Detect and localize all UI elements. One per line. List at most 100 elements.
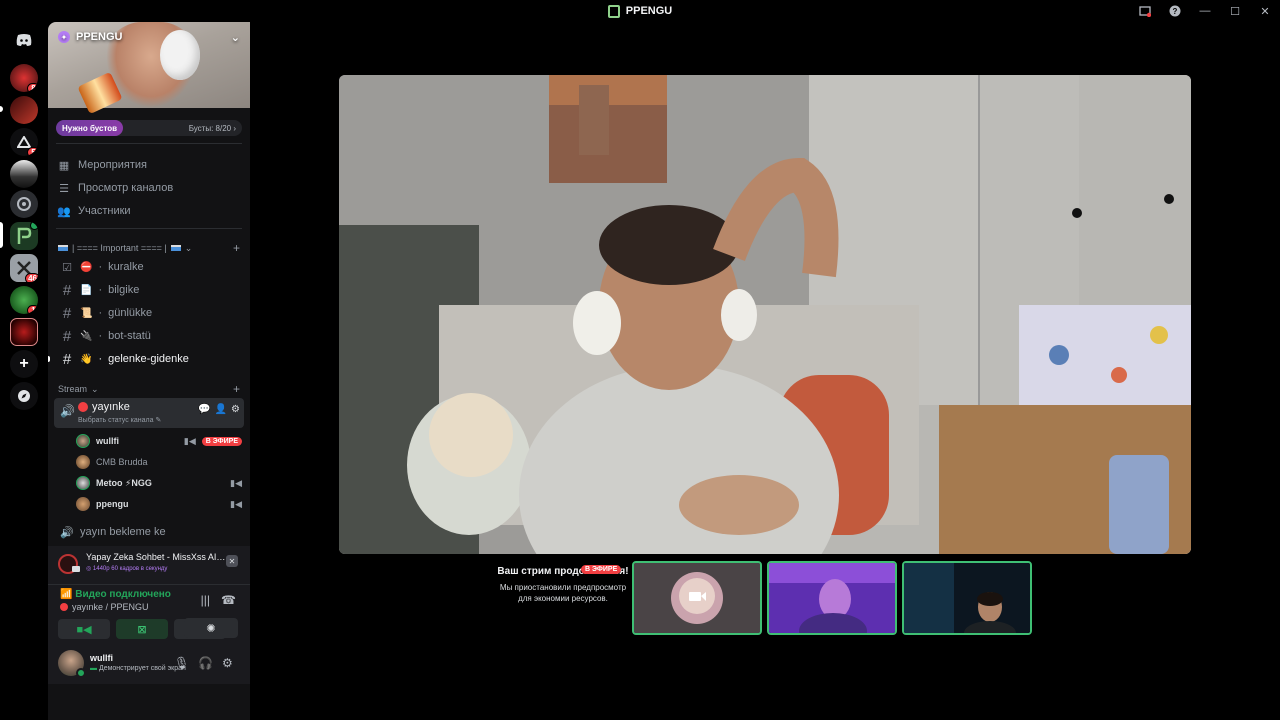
channel-bilgike[interactable]: # 📄 · bilgike: [56, 279, 242, 301]
calendar-icon: ▦: [58, 159, 70, 172]
server-icon-9[interactable]: [10, 318, 38, 346]
nav-browse-channels[interactable]: ☰ Просмотр каналов: [58, 178, 173, 198]
voice-user-ppengu[interactable]: ppengu ▮◀: [76, 494, 242, 514]
video-camera-icon: [689, 592, 701, 601]
discord-home-button[interactable]: [10, 26, 38, 54]
server-name: PPENGU: [76, 31, 123, 43]
channel-gunlukke[interactable]: # 📜 · günlükke: [56, 302, 242, 324]
channel-emoji: 👋: [80, 353, 93, 365]
add-server-button[interactable]: +: [10, 350, 38, 378]
chevron-down-icon[interactable]: ⌄: [231, 31, 240, 44]
add-channel-button[interactable]: +: [233, 241, 240, 255]
channel-kuralke[interactable]: ☑ ⛔ · kuralke: [56, 256, 242, 278]
close-activity-button[interactable]: ✕: [226, 555, 238, 567]
video-icon: ▮◀: [230, 477, 242, 488]
add-channel-button[interactable]: +: [233, 382, 240, 396]
notice-body: Мы приостановили предпросмотр для эконом…: [499, 583, 627, 603]
discover-button[interactable]: [10, 382, 38, 410]
nav-events[interactable]: ▦ Мероприятия: [58, 155, 147, 175]
channel-emoji: 🔌: [80, 330, 93, 342]
soundboard-icon: ✺: [206, 622, 216, 635]
username: wullfi: [90, 653, 113, 663]
avatar: [76, 476, 90, 490]
server-rail: 8 5 46 1 +: [0, 22, 48, 720]
disconnect-icon[interactable]: ☎: [221, 593, 236, 607]
server-icon-7[interactable]: 46: [10, 254, 38, 282]
live-badge: В ЭФИРЕ: [581, 565, 622, 574]
members-icon: 👥: [57, 205, 71, 218]
activity-panel[interactable]: Yapay Zeka Sohbet - MissXss AI Bot Syste…: [48, 546, 250, 584]
channel-gelenke-gidenke[interactable]: # 👋 · gelenke-gidenke: [56, 348, 242, 370]
live-dot-icon: [78, 402, 88, 412]
voice-user-metoo[interactable]: Metoo ⚡NGG ▮◀: [76, 473, 242, 493]
avatar: [76, 434, 90, 448]
video-icon: ▮◀: [183, 435, 196, 446]
close-button[interactable]: ✕: [1250, 0, 1280, 22]
participant-tile-1[interactable]: [632, 561, 762, 635]
channel-bot-statu[interactable]: # 🔌 · bot-statü: [56, 325, 242, 347]
connection-status[interactable]: 📶 Видео подключено: [60, 589, 171, 600]
screen-share-button[interactable]: ⊠: [116, 619, 168, 639]
headphones-icon[interactable]: 🎧: [198, 656, 213, 670]
server-icon-2[interactable]: [10, 96, 38, 124]
boost-progress[interactable]: Нужно бустов Бусты: 8/20 ›: [56, 120, 242, 136]
main-stream-video[interactable]: [339, 75, 1191, 554]
category-important[interactable]: | ==== Important ==== | ⌄ +: [58, 241, 240, 255]
flag-icon: [58, 245, 68, 251]
maximize-button[interactable]: ☐: [1220, 0, 1250, 22]
nav-members[interactable]: 👥 Участники: [57, 201, 130, 221]
ppengu-logo-icon: [607, 4, 620, 18]
boost-count: Бусты: 8/20 ›: [188, 123, 236, 133]
microphone-icon[interactable]: 🎙: [174, 656, 189, 670]
voice-user-cmb-brudda[interactable]: CMB Brudda: [76, 452, 242, 472]
online-status-icon: [76, 668, 86, 678]
participant-tile-3[interactable]: [902, 561, 1032, 635]
activity-title: Yapay Zeka Sohbet - MissXss AI Bot Syste…: [86, 552, 226, 562]
signal-icon: 📶: [60, 589, 73, 600]
server-icon-4[interactable]: [10, 160, 38, 188]
server-icon-3[interactable]: 5: [10, 128, 38, 156]
hash-icon: #: [62, 327, 72, 345]
soundboard-button[interactable]: ✺: [184, 618, 238, 638]
gear-icon[interactable]: ⚙: [222, 656, 233, 670]
voice-channel-yayinke[interactable]: 🔊 yayınke Выбрать статус канала ✎ 💬 👤 ⚙: [54, 398, 244, 428]
server-icon-1[interactable]: 8: [10, 64, 38, 92]
speaker-icon: 🔊: [60, 526, 74, 539]
chat-icon[interactable]: 💬: [198, 404, 210, 415]
voice-user-wullfi[interactable]: wullfi ▮◀ В ЭФИРЕ: [76, 431, 242, 451]
channel-sidebar: ✦ PPENGU ⌄ Нужно бустов Бусты: 8/20 › ▦ …: [48, 22, 250, 720]
live-badge: В ЭФИРЕ: [201, 436, 242, 446]
screen-icon: [72, 566, 80, 572]
server-icon-ppengu[interactable]: [10, 222, 38, 250]
boost-need-label: Нужно бустов: [56, 120, 124, 136]
invite-icon[interactable]: 👤: [215, 404, 227, 415]
stream-paused-notice: Ваш стрим продолжается! В ЭФИРЕ Мы приос…: [495, 565, 631, 604]
unread-indicator: [48, 356, 50, 362]
plus-icon: +: [19, 355, 29, 372]
gear-icon[interactable]: ⚙: [231, 404, 240, 415]
connection-location[interactable]: yayınke / PPENGU: [60, 602, 149, 612]
channel-status[interactable]: Выбрать статус канала ✎: [78, 416, 161, 424]
chevron-down-icon: ⌄: [91, 383, 99, 394]
channels-list-icon: ☰: [59, 182, 69, 195]
hash-icon: #: [62, 350, 72, 368]
channel-emoji: 📄: [80, 284, 93, 296]
flag-icon: [170, 245, 181, 251]
guild-badge-icon: ✦: [58, 31, 70, 43]
chevron-down-icon: ⌄: [184, 242, 193, 253]
minimize-button[interactable]: —: [1190, 0, 1220, 22]
server-header[interactable]: ✦ PPENGU ⌄: [48, 22, 250, 52]
server-icon-5[interactable]: [10, 190, 38, 218]
compass-icon: [18, 390, 30, 402]
user-panel: wullfi ▬ Демонстрирует свой экран 🎙 🎧 ⚙: [48, 644, 250, 684]
help-icon[interactable]: ?: [1160, 0, 1190, 22]
camera-button[interactable]: ■◀: [58, 619, 110, 639]
category-stream[interactable]: Stream ⌄ +: [58, 382, 240, 396]
server-icon-8[interactable]: 1: [10, 286, 38, 314]
inbox-icon[interactable]: [1130, 0, 1160, 22]
avatar: [76, 455, 90, 469]
participant-tile-2[interactable]: [767, 561, 897, 635]
voice-channel-yayin-bekleme[interactable]: 🔊 yayın bekleme ke: [56, 521, 242, 543]
stream-stage: Ваш стрим продолжается! В ЭФИРЕ Мы приос…: [250, 22, 1280, 720]
noise-suppression-icon[interactable]: |||: [201, 593, 210, 607]
